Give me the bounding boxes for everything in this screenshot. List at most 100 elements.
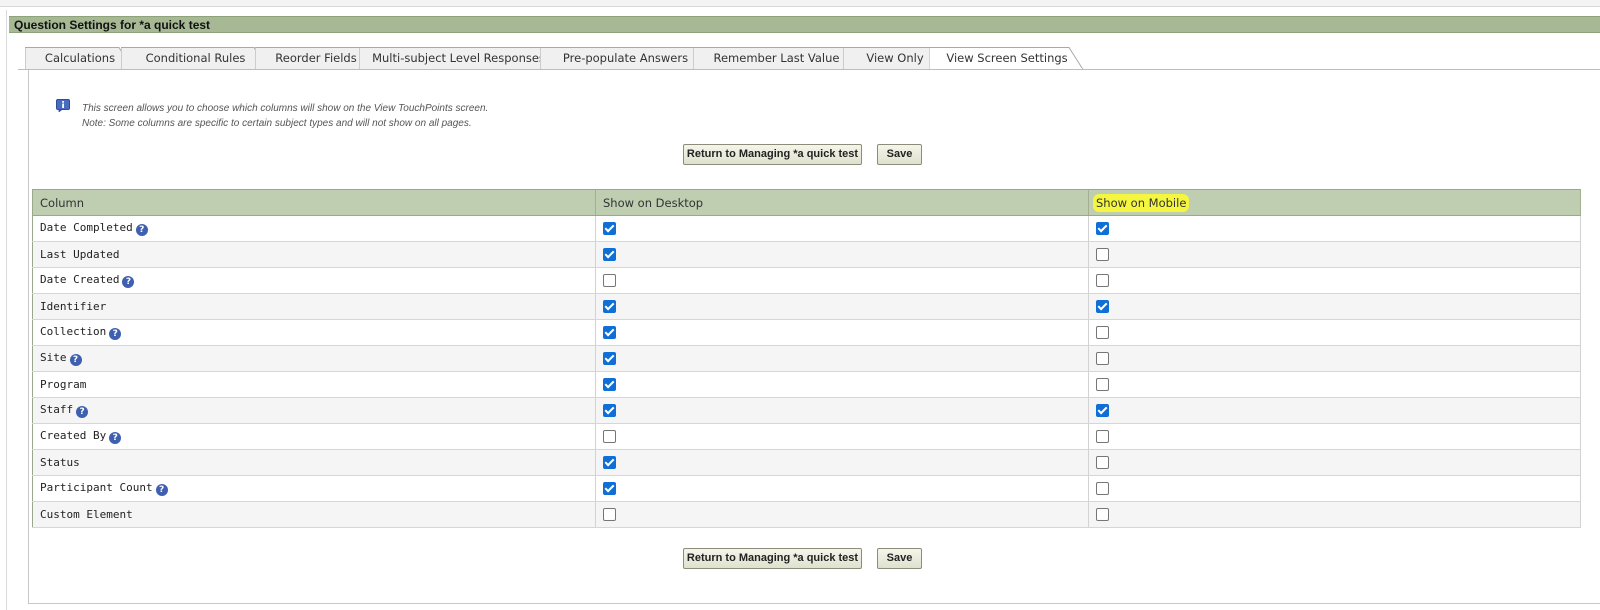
- top-button-row: Return to Managing *a quick test Save: [0, 144, 1600, 166]
- tab-conditional-rules[interactable]: Conditional Rules: [121, 47, 270, 70]
- desktop-cell: [595, 241, 1089, 268]
- mobile-cell: [1088, 293, 1581, 320]
- row-label-last-updated: Last Updated: [40, 248, 120, 261]
- row-label-custom-element: Custom Element: [40, 508, 133, 521]
- tab-calculations[interactable]: Calculations: [25, 47, 135, 70]
- save-button-bottom[interactable]: Save: [877, 548, 922, 569]
- help-icon[interactable]: ?: [135, 224, 148, 236]
- show-on-desktop-checkbox-site[interactable]: [603, 352, 616, 366]
- show-on-desktop-checkbox-date-created[interactable]: [603, 274, 616, 288]
- show-on-desktop-checkbox-status[interactable]: [603, 456, 616, 470]
- row-label-cell: Last Updated: [32, 241, 596, 268]
- row-label-cell: Participant Count?: [32, 475, 596, 502]
- show-on-mobile-checkbox-staff[interactable]: [1096, 404, 1109, 418]
- tab-strip: Calculations Conditional Rules Reorder Fie…: [25, 47, 1600, 70]
- show-on-desktop-checkbox-collection[interactable]: [603, 326, 616, 340]
- column-header-column: Column: [32, 189, 596, 216]
- mobile-cell: [1088, 215, 1581, 242]
- show-on-mobile-checkbox-identifier[interactable]: [1096, 300, 1109, 314]
- help-icon[interactable]: ?: [69, 354, 82, 366]
- table-row: Staff?: [32, 397, 1581, 424]
- table-row: Collection?: [32, 319, 1581, 346]
- row-label-cell: Identifier: [32, 293, 596, 320]
- show-on-desktop-checkbox-identifier[interactable]: [603, 300, 616, 314]
- tab-view-screen-settings[interactable]: View Screen Settings: [929, 47, 1085, 70]
- desktop-cell: [595, 319, 1089, 346]
- show-on-desktop-checkbox-date-completed[interactable]: [603, 222, 616, 236]
- return-to-managing-button-bottom[interactable]: Return to Managing *a quick test: [683, 548, 862, 569]
- tab-label: Remember Last Value: [713, 51, 840, 65]
- show-on-desktop-checkbox-last-updated[interactable]: [603, 248, 616, 262]
- show-on-mobile-checkbox-last-updated[interactable]: [1096, 248, 1109, 262]
- tab-label: Conditional Rules: [145, 51, 246, 65]
- show-on-desktop-checkbox-participant-count[interactable]: [603, 482, 616, 496]
- row-label-cell: Date Completed?: [32, 215, 596, 242]
- show-on-desktop-checkbox-staff[interactable]: [603, 404, 616, 418]
- table-row: Date Created?: [32, 267, 1581, 294]
- show-on-desktop-checkbox-created-by[interactable]: [603, 430, 616, 444]
- row-label-cell: Collection?: [32, 319, 596, 346]
- desktop-cell: [595, 267, 1089, 294]
- page-title: Question Settings for *a quick test: [9, 16, 1600, 33]
- show-on-mobile-checkbox-created-by[interactable]: [1096, 430, 1109, 444]
- mobile-cell: [1088, 449, 1581, 476]
- show-on-mobile-checkbox-status[interactable]: [1096, 456, 1109, 470]
- tab-label: Multi-subject Level Responses: [372, 51, 545, 65]
- help-icon[interactable]: ?: [122, 276, 135, 288]
- show-on-mobile-checkbox-date-completed[interactable]: [1096, 222, 1109, 236]
- desktop-cell: [595, 449, 1089, 476]
- tab-label: Calculations: [44, 51, 116, 65]
- table-row: Status: [32, 449, 1581, 476]
- row-label-site: Site: [40, 351, 67, 364]
- help-icon[interactable]: ?: [109, 328, 122, 340]
- tab-pre-populate-answers[interactable]: Pre-populate Answers: [540, 47, 711, 70]
- row-label-cell: Created By?: [32, 423, 596, 450]
- info-line-2: Note: Some columns are specific to certa…: [82, 117, 472, 129]
- show-on-mobile-checkbox-date-created[interactable]: [1096, 274, 1109, 288]
- show-on-desktop-checkbox-custom-element[interactable]: [603, 508, 616, 522]
- top-border: [0, 0, 1600, 7]
- table-row: Date Completed?: [32, 215, 1581, 242]
- info-icon: [56, 99, 70, 112]
- row-label-cell: Status: [32, 449, 596, 476]
- show-on-mobile-checkbox-program[interactable]: [1096, 378, 1109, 392]
- show-on-mobile-checkbox-collection[interactable]: [1096, 326, 1109, 340]
- info-line-1: This screen allows you to choose which c…: [82, 103, 489, 114]
- row-label-collection: Collection: [40, 325, 107, 338]
- info-text: This screen allows you to choose which c…: [82, 102, 488, 131]
- tab-multi-subject-level-responses[interactable]: Multi-subject Level Responses: [359, 47, 558, 70]
- return-to-managing-button[interactable]: Return to Managing *a quick test: [683, 144, 862, 165]
- save-button[interactable]: Save: [877, 144, 922, 165]
- help-icon[interactable]: ?: [109, 432, 122, 444]
- tab-label: View Only: [866, 51, 924, 65]
- row-label-created-by: Created By: [40, 429, 107, 442]
- desktop-cell: [595, 371, 1089, 398]
- desktop-cell: [595, 215, 1089, 242]
- mobile-cell: [1088, 475, 1581, 502]
- row-label-identifier: Identifier: [40, 300, 107, 313]
- table-row: Participant Count?: [32, 475, 1581, 502]
- show-on-desktop-checkbox-program[interactable]: [603, 378, 616, 392]
- show-on-mobile-checkbox-site[interactable]: [1096, 352, 1109, 366]
- show-on-mobile-checkbox-participant-count[interactable]: [1096, 482, 1109, 496]
- row-label-cell: Custom Element: [32, 501, 596, 528]
- help-icon[interactable]: ?: [155, 484, 168, 496]
- table-row: Last Updated: [32, 241, 1581, 268]
- column-header-mobile: Show on Mobile: [1088, 189, 1581, 216]
- table-row: Identifier: [32, 293, 1581, 320]
- mobile-cell: [1088, 501, 1581, 528]
- mobile-cell: [1088, 397, 1581, 424]
- mobile-cell: [1088, 371, 1581, 398]
- table-header-row: Column Show on Desktop Show on Mobile: [32, 189, 1581, 216]
- mobile-cell: [1088, 423, 1581, 450]
- column-header-desktop: Show on Desktop: [595, 189, 1089, 216]
- row-label-cell: Date Created?: [32, 267, 596, 294]
- table-row: Program: [32, 371, 1581, 398]
- row-label-cell: Site?: [32, 345, 596, 372]
- bottom-button-row: Return to Managing *a quick test Save: [0, 548, 1600, 570]
- show-on-mobile-checkbox-custom-element[interactable]: [1096, 508, 1109, 522]
- help-icon[interactable]: ?: [76, 406, 89, 418]
- mobile-cell: [1088, 241, 1581, 268]
- tab-remember-last-value[interactable]: Remember Last Value: [693, 47, 860, 70]
- row-label-participant-count: Participant Count: [40, 481, 153, 494]
